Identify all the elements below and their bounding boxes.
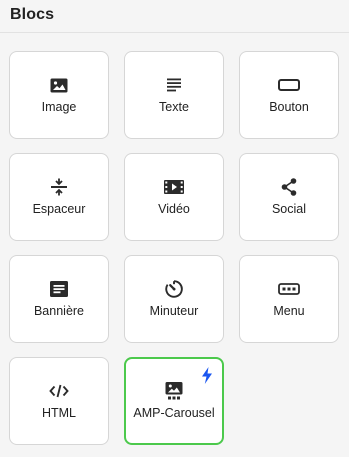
button-icon: [240, 76, 338, 94]
spacer-icon: [10, 178, 108, 196]
code-icon: [10, 382, 108, 400]
block-spacer[interactable]: Espaceur: [9, 153, 109, 241]
block-banner[interactable]: Bannière: [9, 255, 109, 343]
block-html[interactable]: HTML: [9, 357, 109, 445]
block-label: Espaceur: [32, 202, 86, 216]
block-video[interactable]: Vidéo: [124, 153, 224, 241]
carousel-icon: [126, 382, 222, 400]
block-text[interactable]: Texte: [124, 51, 224, 139]
block-button[interactable]: Bouton: [239, 51, 339, 139]
block-label: Bannière: [33, 304, 85, 318]
block-label: AMP-Carousel: [133, 406, 215, 420]
block-label: HTML: [41, 406, 77, 420]
blocks-grid: Image Texte Bouton Espaceur Vidéo Social…: [9, 51, 339, 445]
panel-header: Blocs: [0, 0, 349, 33]
block-label: Vidéo: [158, 202, 190, 216]
block-amp-carousel[interactable]: AMP-Carousel: [124, 357, 224, 445]
timer-icon: [125, 280, 223, 298]
block-label: Menu: [273, 304, 305, 318]
menu-icon: [240, 280, 338, 298]
panel-title: Blocs: [10, 6, 55, 23]
block-label: Image: [41, 100, 77, 114]
block-label: Bouton: [269, 100, 309, 114]
block-label: Texte: [159, 100, 189, 114]
block-image[interactable]: Image: [9, 51, 109, 139]
share-icon: [240, 178, 338, 196]
text-lines-icon: [125, 76, 223, 94]
banner-icon: [10, 280, 108, 298]
block-label: Minuteur: [149, 304, 199, 318]
image-icon: [10, 76, 108, 94]
block-timer[interactable]: Minuteur: [124, 255, 224, 343]
block-social[interactable]: Social: [239, 153, 339, 241]
block-label: Social: [271, 202, 307, 216]
video-icon: [125, 178, 223, 196]
block-menu[interactable]: Menu: [239, 255, 339, 343]
